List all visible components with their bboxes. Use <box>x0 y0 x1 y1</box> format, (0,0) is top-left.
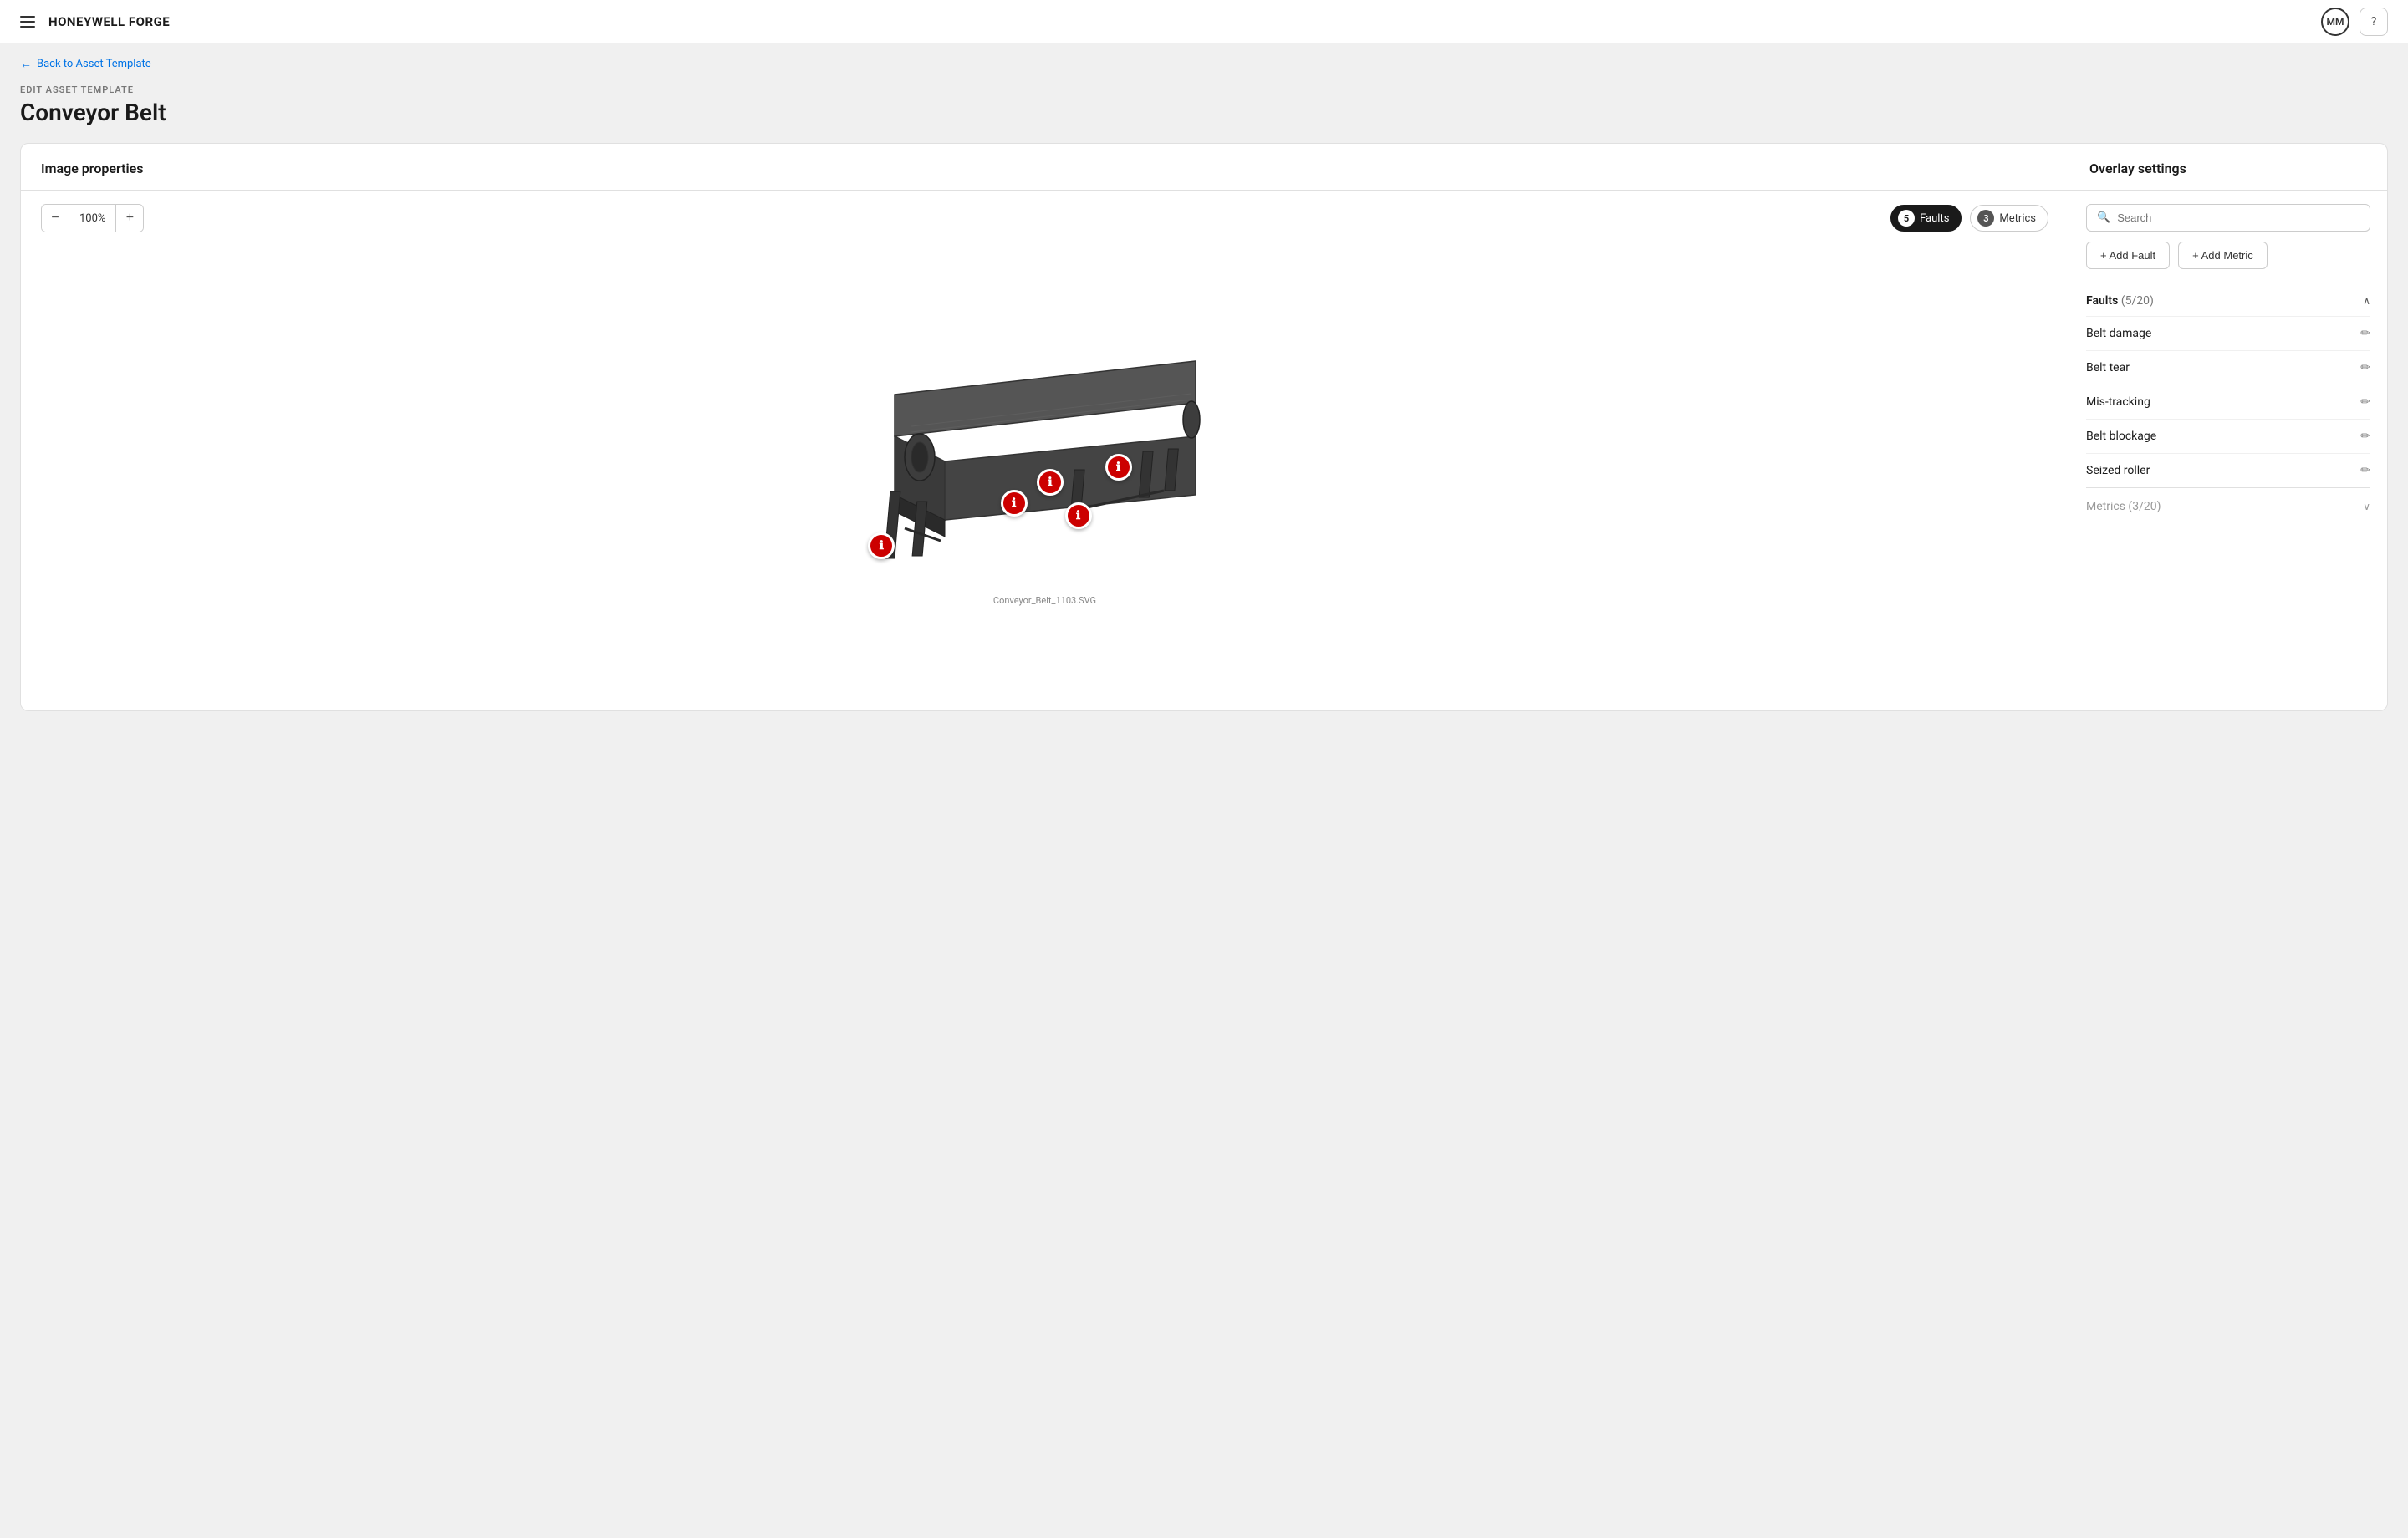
overlay-controls: 🔍 + Add Fault + Add Metric <box>2069 191 2387 283</box>
page-title: Conveyor Belt <box>20 99 2388 126</box>
zoom-out-button[interactable]: − <box>42 205 69 232</box>
metrics-chevron-icon: ∨ <box>2363 501 2370 512</box>
edit-fault-belt-damage-icon[interactable]: ✏ <box>2360 327 2370 340</box>
help-button[interactable]: ? <box>2360 8 2388 36</box>
fault-marker-1[interactable] <box>868 532 895 559</box>
metrics-section-count: (3/20) <box>2128 500 2161 513</box>
filename-label: Conveyor_Belt_1103.SVG <box>844 595 1246 606</box>
faults-chevron-icon: ∧ <box>2363 295 2370 307</box>
fault-item-belt-blockage: Belt blockage ✏ <box>2086 419 2370 453</box>
add-metric-button[interactable]: + Add Metric <box>2178 242 2268 269</box>
action-buttons: + Add Fault + Add Metric <box>2086 242 2370 269</box>
app-header: HONEYWELL FORGE MM ? <box>0 0 2408 43</box>
faults-count: 5 <box>1898 210 1915 227</box>
edit-fault-mis-tracking-icon[interactable]: ✏ <box>2360 395 2370 409</box>
search-box: 🔍 <box>2086 204 2370 232</box>
avatar[interactable]: MM <box>2321 8 2349 36</box>
back-link[interactable]: ← Back to Asset Template <box>20 57 2388 71</box>
faults-section-title: Faults (5/20) <box>2086 294 2154 308</box>
edit-fault-belt-blockage-icon[interactable]: ✏ <box>2360 430 2370 443</box>
back-arrow-icon: ← <box>20 57 32 71</box>
fault-item-seized-roller: Seized roller ✏ <box>2086 453 2370 487</box>
faults-badge[interactable]: 5 Faults <box>1890 205 1962 232</box>
brand-logo: HONEYWELL FORGE <box>48 14 170 29</box>
image-properties-header: Image properties <box>21 144 2069 191</box>
fault-item-label: Seized roller <box>2086 464 2150 477</box>
fault-item-label: Belt damage <box>2086 327 2151 340</box>
fault-item-belt-tear: Belt tear ✏ <box>2086 350 2370 384</box>
fault-marker-4[interactable] <box>1065 502 1092 529</box>
metrics-label: Metrics <box>1999 212 2036 225</box>
back-link-label: Back to Asset Template <box>37 58 151 70</box>
faults-label: Faults <box>1920 212 1949 225</box>
metrics-section-header[interactable]: Metrics (3/20) ∨ <box>2086 487 2370 522</box>
fault-item-label: Belt tear <box>2086 361 2130 374</box>
fault-marker-5[interactable] <box>1105 454 1132 481</box>
menu-icon[interactable] <box>20 16 35 28</box>
zoom-in-button[interactable]: + <box>116 205 143 232</box>
header-right: MM ? <box>2321 8 2388 36</box>
metrics-section-title: Metrics (3/20) <box>2086 500 2161 513</box>
overlay-list: Faults (5/20) ∧ Belt damage ✏ Belt tear … <box>2069 283 2387 710</box>
search-input[interactable] <box>2117 211 2360 224</box>
zoom-control: − 100% + <box>41 204 144 232</box>
conveyor-belt-image <box>844 328 1246 578</box>
metrics-count: 3 <box>1977 210 1994 227</box>
main-card: Image properties − 100% + 5 Faults 3 <box>20 143 2388 711</box>
fault-marker-3[interactable] <box>1037 469 1064 496</box>
add-fault-button[interactable]: + Add Fault <box>2086 242 2170 269</box>
overlay-settings-header: Overlay settings <box>2069 144 2387 191</box>
faults-section-header[interactable]: Faults (5/20) ∧ <box>2086 283 2370 316</box>
image-toolbar: − 100% + 5 Faults 3 Metrics <box>21 191 2069 246</box>
edit-fault-belt-tear-icon[interactable]: ✏ <box>2360 361 2370 374</box>
page-subtitle: EDIT ASSET TEMPLATE <box>20 84 2388 95</box>
left-panel: Image properties − 100% + 5 Faults 3 <box>21 144 2069 710</box>
page-container: ← Back to Asset Template EDIT ASSET TEMP… <box>0 43 2408 731</box>
fault-item-mis-tracking: Mis-tracking ✏ <box>2086 384 2370 419</box>
search-icon: 🔍 <box>2097 211 2110 224</box>
overlay-badges: 5 Faults 3 Metrics <box>1890 205 2048 232</box>
right-panel: Overlay settings 🔍 + Add Fault + Add Met… <box>2069 144 2387 710</box>
edit-fault-seized-roller-icon[interactable]: ✏ <box>2360 464 2370 477</box>
fault-item-label: Belt blockage <box>2086 430 2156 443</box>
page-title-area: EDIT ASSET TEMPLATE Conveyor Belt <box>20 84 2388 126</box>
fault-item-belt-damage: Belt damage ✏ <box>2086 316 2370 350</box>
zoom-value: 100% <box>69 205 116 232</box>
image-area: Conveyor_Belt_1103.SVG <box>21 246 2069 710</box>
fault-item-label: Mis-tracking <box>2086 395 2150 409</box>
faults-section-count: (5/20) <box>2121 294 2154 308</box>
header-left: HONEYWELL FORGE <box>20 14 170 29</box>
faults-list: Belt damage ✏ Belt tear ✏ Mis-tracking ✏… <box>2086 316 2370 487</box>
fault-marker-2[interactable] <box>1001 490 1028 517</box>
conveyor-container: Conveyor_Belt_1103.SVG <box>844 328 1246 629</box>
metrics-badge[interactable]: 3 Metrics <box>1970 205 2048 232</box>
